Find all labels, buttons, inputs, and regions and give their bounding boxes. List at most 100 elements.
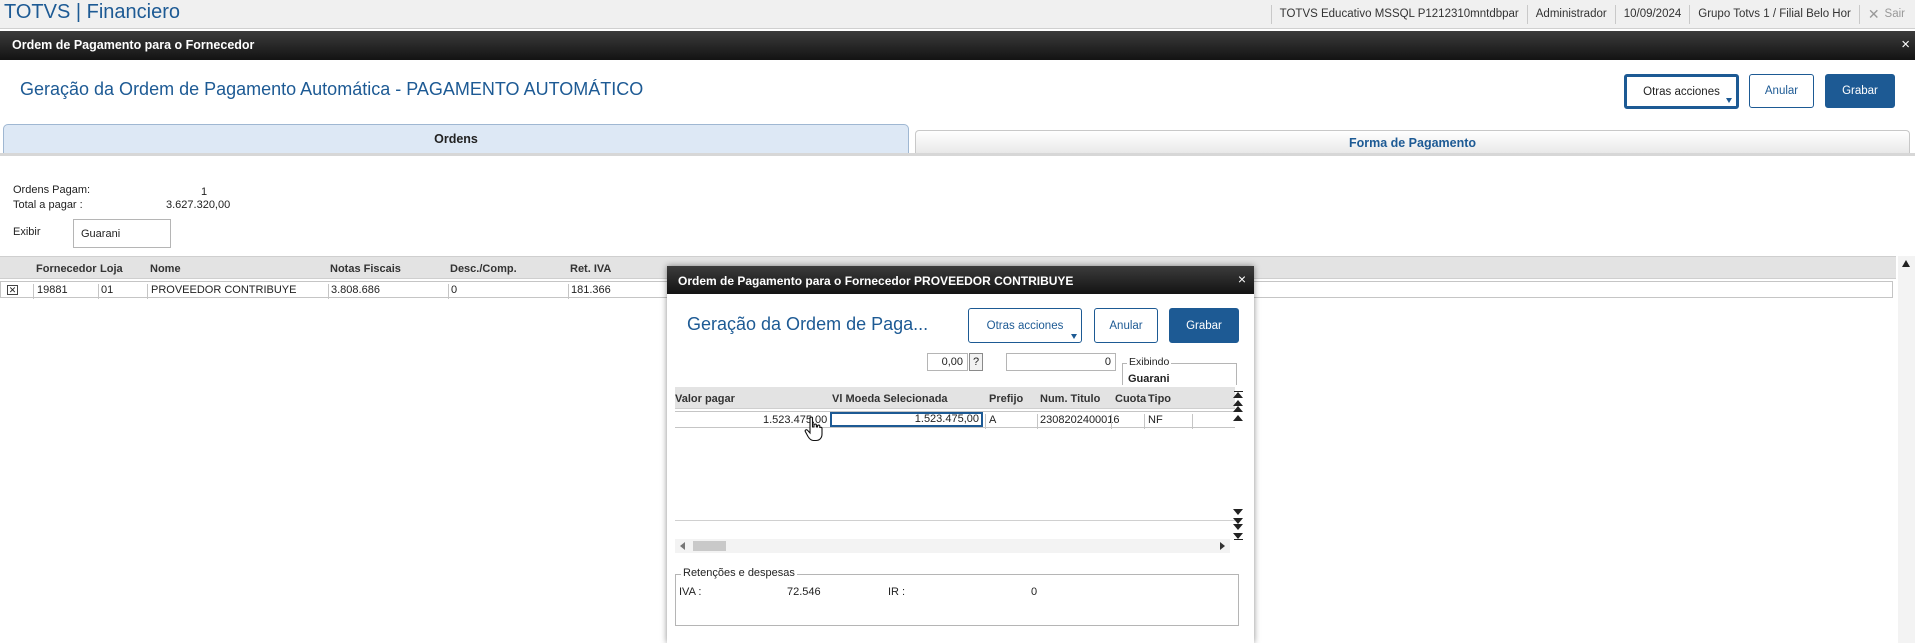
col-notas-fiscais[interactable]: Notas Fiscais <box>330 263 401 275</box>
dialog-header: Ordem de Pagamento para o Fornecedor PRO… <box>667 266 1254 294</box>
col-valor-pagar[interactable]: Valor pagar <box>675 393 735 405</box>
scroll-top-icon[interactable] <box>1232 389 1244 399</box>
scroll-bottom-icon[interactable] <box>1232 531 1244 541</box>
dialog-cancel-button[interactable]: Anular <box>1094 308 1158 343</box>
currency-select[interactable]: Guarani <box>73 219 171 248</box>
date-label[interactable]: 10/09/2024 <box>1614 5 1690 24</box>
orders-value: 1 <box>201 186 208 198</box>
cell-divider <box>33 284 34 299</box>
table-row[interactable]: 1.523.475,00 1.523.475,00 A 230820240001… <box>675 411 1235 429</box>
vl-moeda-input[interactable]: 1.523.475,00 <box>830 412 983 427</box>
cell-divider <box>1192 414 1193 429</box>
col-cuota[interactable]: Cuota <box>1115 393 1146 405</box>
cell-divider <box>985 414 986 429</box>
scroll-right-icon[interactable] <box>1220 542 1225 550</box>
cell-desc: 0 <box>451 284 458 296</box>
ir-value: 0 <box>1031 586 1038 598</box>
exit-label: Sair <box>1884 8 1905 20</box>
cell-notas: 3.808.686 <box>331 284 380 296</box>
titles-grid-header: Valor pagar Vl Moeda Selecionada Prefijo… <box>675 387 1235 409</box>
payment-order-dialog: Ordem de Pagamento para o Fornecedor PRO… <box>667 266 1254 643</box>
page-down-icon[interactable] <box>1232 518 1244 530</box>
cell-tipo: NF <box>1148 414 1163 426</box>
col-nome[interactable]: Nome <box>150 263 181 275</box>
cell-loja: 01 <box>101 284 114 296</box>
dialog-close-icon[interactable]: × <box>1238 271 1246 287</box>
retencoes-group: Retenções e despesas IVA : 72.546 IR : 0 <box>675 567 1239 626</box>
window-close-icon[interactable]: × <box>1901 36 1910 53</box>
help-button[interactable]: ? <box>969 353 983 371</box>
user-label[interactable]: Administrador <box>1526 5 1615 24</box>
exibindo-label: Exibindo <box>1127 356 1172 368</box>
cell-divider <box>1111 414 1112 429</box>
window-header: Ordem de Pagamento para o Fornecedor × <box>0 31 1915 60</box>
titles-horizontal-scrollbar[interactable] <box>675 539 1230 553</box>
col-num-titulo[interactable]: Num. Titulo <box>1040 393 1100 405</box>
total-value: 3.627.320,00 <box>166 199 231 211</box>
other-actions-button[interactable]: Otras acciones <box>1624 74 1739 109</box>
scroll-thumb[interactable] <box>693 541 726 551</box>
chevron-down-icon <box>1726 98 1732 103</box>
scroll-down-icon[interactable] <box>1232 507 1244 517</box>
retencoes-legend: Retenções e despesas <box>681 567 797 579</box>
session-info: TOTVS Educativo MSSQL P1212310mntdbpar A… <box>1270 0 1915 29</box>
tab-ordens[interactable]: Ordens <box>3 124 909 153</box>
cell-nome: PROVEEDOR CONTRIBUYE <box>151 284 297 296</box>
exibindo-group: Exibindo Guarani <box>1122 356 1237 385</box>
app-title: TOTVS | Financiero <box>4 1 180 23</box>
cell-divider <box>568 284 569 299</box>
chevron-down-icon <box>1071 334 1077 339</box>
dialog-other-actions-button[interactable]: Otras acciones <box>968 308 1082 343</box>
col-fornecedor[interactable]: Fornecedor <box>36 263 97 275</box>
top-bar: TOTVS | Financiero TOTVS Educativo MSSQL… <box>0 0 1915 29</box>
tab-divider <box>0 153 1915 156</box>
environment-label: TOTVS Educativo MSSQL P1212310mntdbpar <box>1270 5 1527 24</box>
grid-vertical-scrollbar[interactable] <box>1898 256 1915 643</box>
cell-divider <box>147 284 148 299</box>
iva-value: 72.546 <box>787 586 821 598</box>
cell-fornecedor: 19881 <box>37 284 68 296</box>
page-title: Geração da Ordem de Pagamento Automática… <box>20 79 644 99</box>
cell-divider <box>1037 414 1038 429</box>
total-label: Total a pagar : <box>13 199 83 211</box>
dialog-save-button[interactable]: Grabar <box>1169 308 1239 343</box>
page-up-icon[interactable] <box>1232 400 1244 412</box>
dialog-page-title: Geração da Ordem de Paga... <box>687 314 929 334</box>
amount-field[interactable]: 0,00 <box>927 353 968 371</box>
cell-divider <box>98 284 99 299</box>
scroll-up-icon[interactable] <box>1232 413 1244 423</box>
col-vl-moeda[interactable]: Vl Moeda Selecionada <box>832 393 948 405</box>
branch-label[interactable]: Grupo Totvs 1 / Filial Belo Hor <box>1689 5 1859 24</box>
titles-vertical-scrollbar[interactable] <box>1230 387 1246 553</box>
iva-label: IVA : <box>679 586 702 598</box>
col-desc-comp[interactable]: Desc./Comp. <box>450 263 517 275</box>
scroll-up-icon[interactable] <box>1902 260 1910 267</box>
col-loja[interactable]: Loja <box>100 263 123 275</box>
cell-ret-iva: 181.366 <box>571 284 611 296</box>
window-title: Ordem de Pagamento para o Fornecedor <box>12 38 255 52</box>
hand-cursor-icon <box>804 416 823 442</box>
cell-divider <box>448 284 449 299</box>
show-label: Exibir <box>13 226 41 238</box>
cell-divider <box>1144 414 1145 429</box>
cancel-button[interactable]: Anular <box>1749 74 1814 108</box>
other-actions-label: Otras acciones <box>1643 85 1720 98</box>
col-prefijo[interactable]: Prefijo <box>989 393 1023 405</box>
row-checkbox[interactable]: ✕ <box>7 285 18 295</box>
exibindo-value: Guarani <box>1128 373 1170 385</box>
cell-divider <box>328 284 329 299</box>
orders-label: Ordens Pagam: <box>13 184 91 196</box>
dialog-other-actions-label: Otras acciones <box>986 319 1064 332</box>
exit-button[interactable]: ✕ Sair <box>1858 5 1915 24</box>
dialog-title: Ordem de Pagamento para o Fornecedor PRO… <box>678 274 1074 288</box>
cell-num-titulo: 2308202400016 <box>1040 414 1120 426</box>
col-ret-iva[interactable]: Ret. IVA <box>570 263 611 275</box>
quantity-field[interactable]: 0 <box>1006 353 1116 371</box>
scroll-left-icon[interactable] <box>680 542 685 550</box>
cell-prefijo: A <box>989 414 997 426</box>
close-icon: ✕ <box>1867 6 1880 22</box>
save-button[interactable]: Grabar <box>1825 74 1895 108</box>
col-tipo[interactable]: Tipo <box>1148 393 1171 405</box>
tab-forma-pagamento[interactable]: Forma de Pagamento <box>915 130 1910 155</box>
ir-label: IR : <box>888 586 906 598</box>
